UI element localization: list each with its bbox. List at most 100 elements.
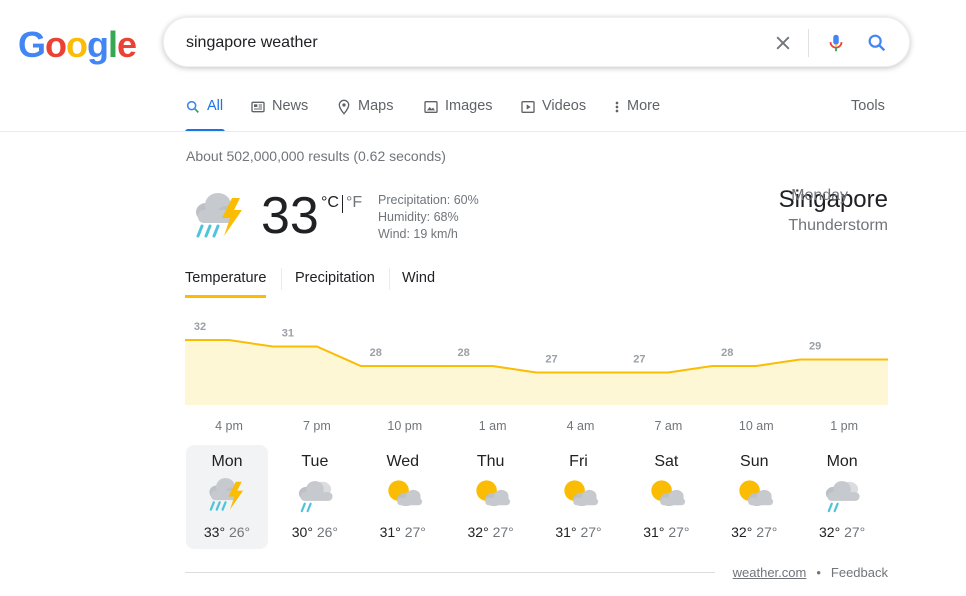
x-tick-label: 10 pm xyxy=(387,419,422,433)
more-vert-icon xyxy=(615,101,619,113)
high-temp: 31° xyxy=(379,524,401,540)
high-temp: 31° xyxy=(643,524,665,540)
tab-label: More xyxy=(627,98,661,114)
forecast-day[interactable]: Thu 32° 27° xyxy=(450,445,532,549)
weather-subtabs: Temperature Precipitation Wind xyxy=(185,268,485,298)
forecast-day[interactable]: Sun 32° 27° xyxy=(713,445,795,549)
tab-temperature[interactable]: Temperature xyxy=(185,270,267,298)
forecast-day[interactable]: Fri 31° 27° xyxy=(538,445,620,549)
rain-cloud-icon xyxy=(291,473,339,522)
day-name: Tue xyxy=(301,453,329,470)
tab-label: Videos xyxy=(542,98,587,114)
current-day: Monday xyxy=(791,187,849,204)
tab-all[interactable]: All xyxy=(185,98,225,132)
google-logo[interactable]: Google xyxy=(18,24,137,66)
x-tick-label: 4 am xyxy=(567,419,595,433)
map-pin-icon xyxy=(338,99,350,115)
x-tick-label: 7 am xyxy=(654,419,682,433)
x-tick-label: 1 am xyxy=(479,419,507,433)
video-icon xyxy=(521,101,535,113)
day-temps: 33° 26° xyxy=(186,524,268,540)
weather-location: Singapore Monday Thunderstorm xyxy=(779,185,888,237)
search-icon[interactable] xyxy=(865,31,889,55)
high-temp: 32° xyxy=(731,524,753,540)
tab-more[interactable]: More xyxy=(613,98,660,132)
logo-letter: G xyxy=(18,24,46,65)
tab-images[interactable]: Images xyxy=(423,98,493,132)
footer-separator: • xyxy=(816,565,821,580)
partly-cloudy-icon xyxy=(642,473,690,522)
mic-icon[interactable] xyxy=(824,31,848,55)
low-temp: 27° xyxy=(668,524,690,540)
logo-letter: g xyxy=(87,24,109,65)
low-temp: 26° xyxy=(316,524,338,540)
search-divider xyxy=(808,29,809,57)
day-temps: 31° 27° xyxy=(362,524,444,540)
unit-toggle: °C °F xyxy=(321,194,362,213)
day-name: Mon xyxy=(826,453,858,470)
forecast-day[interactable]: Wed 31° 27° xyxy=(362,445,444,549)
close-icon[interactable] xyxy=(771,31,795,55)
current-temperature: 33 xyxy=(261,187,319,245)
partly-cloudy-icon xyxy=(555,473,603,522)
subtab-divider xyxy=(281,268,282,290)
high-temp: 33° xyxy=(203,524,226,540)
search-box xyxy=(163,17,910,67)
x-tick-label: 10 am xyxy=(739,419,774,433)
high-temp: 32° xyxy=(819,524,841,540)
tab-label: Tools xyxy=(851,98,885,114)
data-label: 29 xyxy=(809,341,821,353)
day-name: Wed xyxy=(386,453,420,470)
search-input[interactable] xyxy=(186,30,746,56)
search-icon xyxy=(186,100,199,113)
forecast-day[interactable]: Tue 30° 26° xyxy=(274,445,356,549)
footer-divider xyxy=(185,572,715,573)
rain-cloud-icon xyxy=(818,473,866,522)
partly-cloudy-icon xyxy=(379,473,427,522)
day-name: Sat xyxy=(654,453,679,470)
tab-label: All xyxy=(207,98,224,114)
fahrenheit-unit[interactable]: °F xyxy=(346,194,362,213)
tab-wind[interactable]: Wind xyxy=(402,270,435,286)
data-label: 27 xyxy=(633,354,645,366)
tab-precipitation[interactable]: Precipitation xyxy=(295,270,375,286)
tab-tools[interactable]: Tools xyxy=(851,98,885,132)
image-icon xyxy=(424,101,438,113)
data-label: 28 xyxy=(458,347,470,359)
forecast-day[interactable]: Mon 32° 27° xyxy=(801,445,883,549)
day-temps: 32° 27° xyxy=(450,524,532,540)
high-temp: 32° xyxy=(467,524,489,540)
data-label: 31 xyxy=(282,328,294,340)
data-label: 28 xyxy=(721,347,733,359)
result-stats: About 502,000,000 results (0.62 seconds) xyxy=(186,148,446,164)
logo-letter: o xyxy=(45,24,67,65)
tab-label: News xyxy=(272,98,309,114)
high-temp: 31° xyxy=(555,524,577,540)
logo-letter: l xyxy=(108,24,118,65)
partly-cloudy-icon xyxy=(730,473,778,522)
thunderstorm-icon xyxy=(188,186,252,251)
tab-news[interactable]: News xyxy=(250,98,308,132)
celsius-unit[interactable]: °C xyxy=(321,194,339,213)
day-name: Sun xyxy=(740,453,769,470)
tab-videos[interactable]: Videos xyxy=(520,98,586,132)
temperature-chart: 32 4 pm 31 7 pm 28 10 pm 28 1 am 27 4 am 27 7 am 28 1… xyxy=(185,321,888,433)
partly-cloudy-icon xyxy=(467,473,515,522)
data-label: 28 xyxy=(370,347,382,359)
low-temp: 27° xyxy=(580,524,602,540)
day-temps: 32° 27° xyxy=(801,524,883,540)
x-tick-label: 1 pm xyxy=(830,419,858,433)
source-link[interactable]: weather.com xyxy=(733,565,807,580)
data-label: 27 xyxy=(545,354,557,366)
daily-forecast: Mon 33° 26° Tue 30° 26° Wed 31° 27° Thu 32° 27°… xyxy=(185,445,888,549)
forecast-day[interactable]: Sat 31° 27° xyxy=(625,445,707,549)
weather-footer: weather.com • Feedback xyxy=(733,565,888,580)
forecast-day[interactable]: Mon 33° 26° xyxy=(186,445,268,549)
feedback-link[interactable]: Feedback xyxy=(831,565,888,580)
tab-label: Images xyxy=(445,98,493,114)
low-temp: 26° xyxy=(228,524,251,540)
day-name: Mon xyxy=(211,453,243,470)
tab-maps[interactable]: Maps xyxy=(336,98,393,132)
high-temp: 30° xyxy=(291,524,313,540)
day-temps: 32° 27° xyxy=(713,524,795,540)
